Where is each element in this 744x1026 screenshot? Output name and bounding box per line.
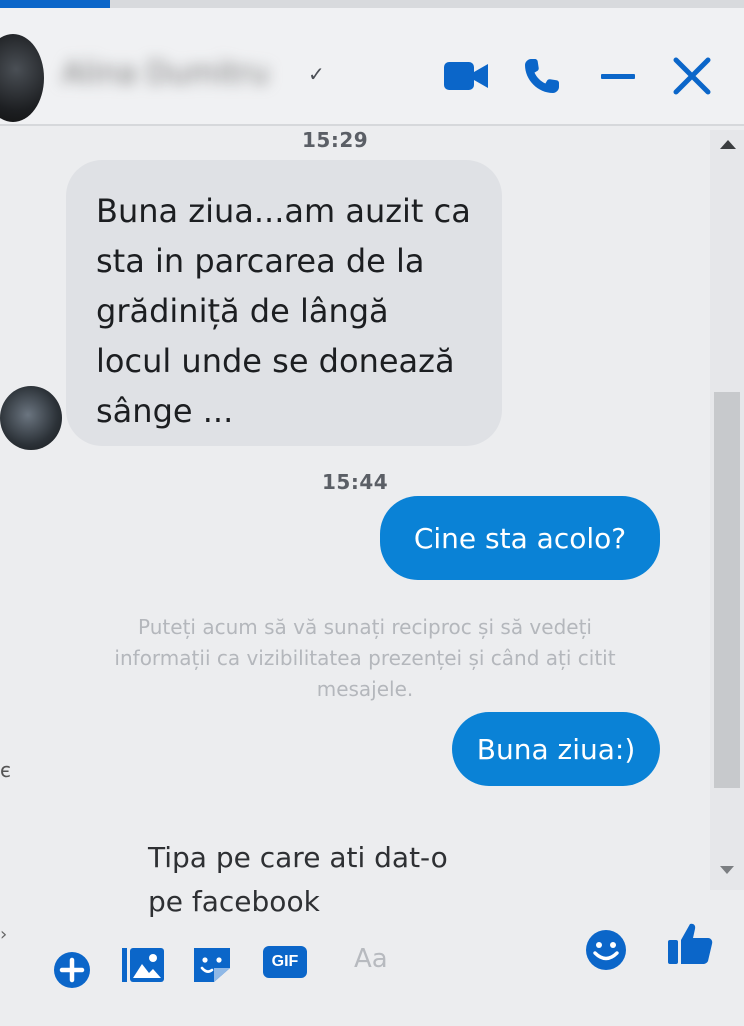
gif-icon[interactable]: GIF bbox=[262, 944, 308, 980]
message-line: Buna ziua...am auzit ca bbox=[96, 192, 471, 230]
system-notice: Puteți acum să vă sunați reciproc și să … bbox=[70, 612, 660, 705]
outgoing-message-bubble[interactable]: Cine sta acolo? bbox=[380, 496, 660, 580]
phone-icon[interactable] bbox=[518, 52, 566, 100]
chat-header: Alina Dumitru ✓ bbox=[0, 8, 744, 126]
scroll-up-arrow-icon[interactable] bbox=[720, 140, 736, 149]
sender-avatar bbox=[0, 386, 62, 450]
active-tab-indicator bbox=[0, 0, 110, 8]
notice-line: Puteți acum să vă sunați reciproc și să … bbox=[138, 615, 592, 639]
message-input-placeholder[interactable]: Aa bbox=[354, 944, 388, 974]
message-line: grădiniță de lângă bbox=[96, 292, 389, 330]
plus-icon[interactable] bbox=[52, 950, 92, 990]
close-icon[interactable] bbox=[668, 52, 716, 100]
notice-line: mesajele. bbox=[316, 677, 414, 701]
message-timestamp: 15:44 bbox=[322, 470, 389, 494]
outgoing-message-bubble[interactable]: Buna ziua:) bbox=[452, 712, 660, 786]
gif-label: GIF bbox=[271, 953, 299, 970]
message-composer[interactable]: Tipa pe care ati dat-o pe facebook bbox=[148, 836, 688, 924]
thumbs-up-icon[interactable] bbox=[666, 920, 714, 968]
sticker-icon[interactable] bbox=[190, 944, 234, 986]
scroll-thumb[interactable] bbox=[714, 392, 740, 788]
message-line: locul unde se donează bbox=[96, 342, 455, 380]
chat-scrollbar[interactable] bbox=[710, 130, 744, 890]
scroll-down-arrow-icon[interactable] bbox=[720, 866, 734, 874]
message-timestamp: 15:29 bbox=[302, 128, 369, 152]
verified-check-icon: ✓ bbox=[308, 62, 325, 86]
contact-name[interactable]: Alina Dumitru bbox=[62, 54, 302, 94]
contact-avatar[interactable] bbox=[0, 34, 44, 122]
emoji-icon[interactable] bbox=[584, 928, 628, 972]
message-line: sânge ... bbox=[96, 392, 234, 430]
photo-icon[interactable] bbox=[120, 944, 166, 986]
incoming-message-bubble[interactable]: Buna ziua...am auzit ca sta in parcarea … bbox=[66, 160, 502, 446]
minimize-icon[interactable] bbox=[594, 52, 642, 100]
video-camera-icon[interactable] bbox=[442, 52, 490, 100]
message-line: sta in parcarea de la bbox=[96, 242, 425, 280]
side-mark: є bbox=[0, 758, 11, 782]
composer-line: Tipa pe care ati dat-o bbox=[148, 841, 448, 874]
window-top-edge bbox=[0, 0, 744, 8]
notice-line: informații ca vizibilitatea prezenței și… bbox=[114, 646, 616, 670]
composer-line: pe facebook bbox=[148, 885, 320, 918]
